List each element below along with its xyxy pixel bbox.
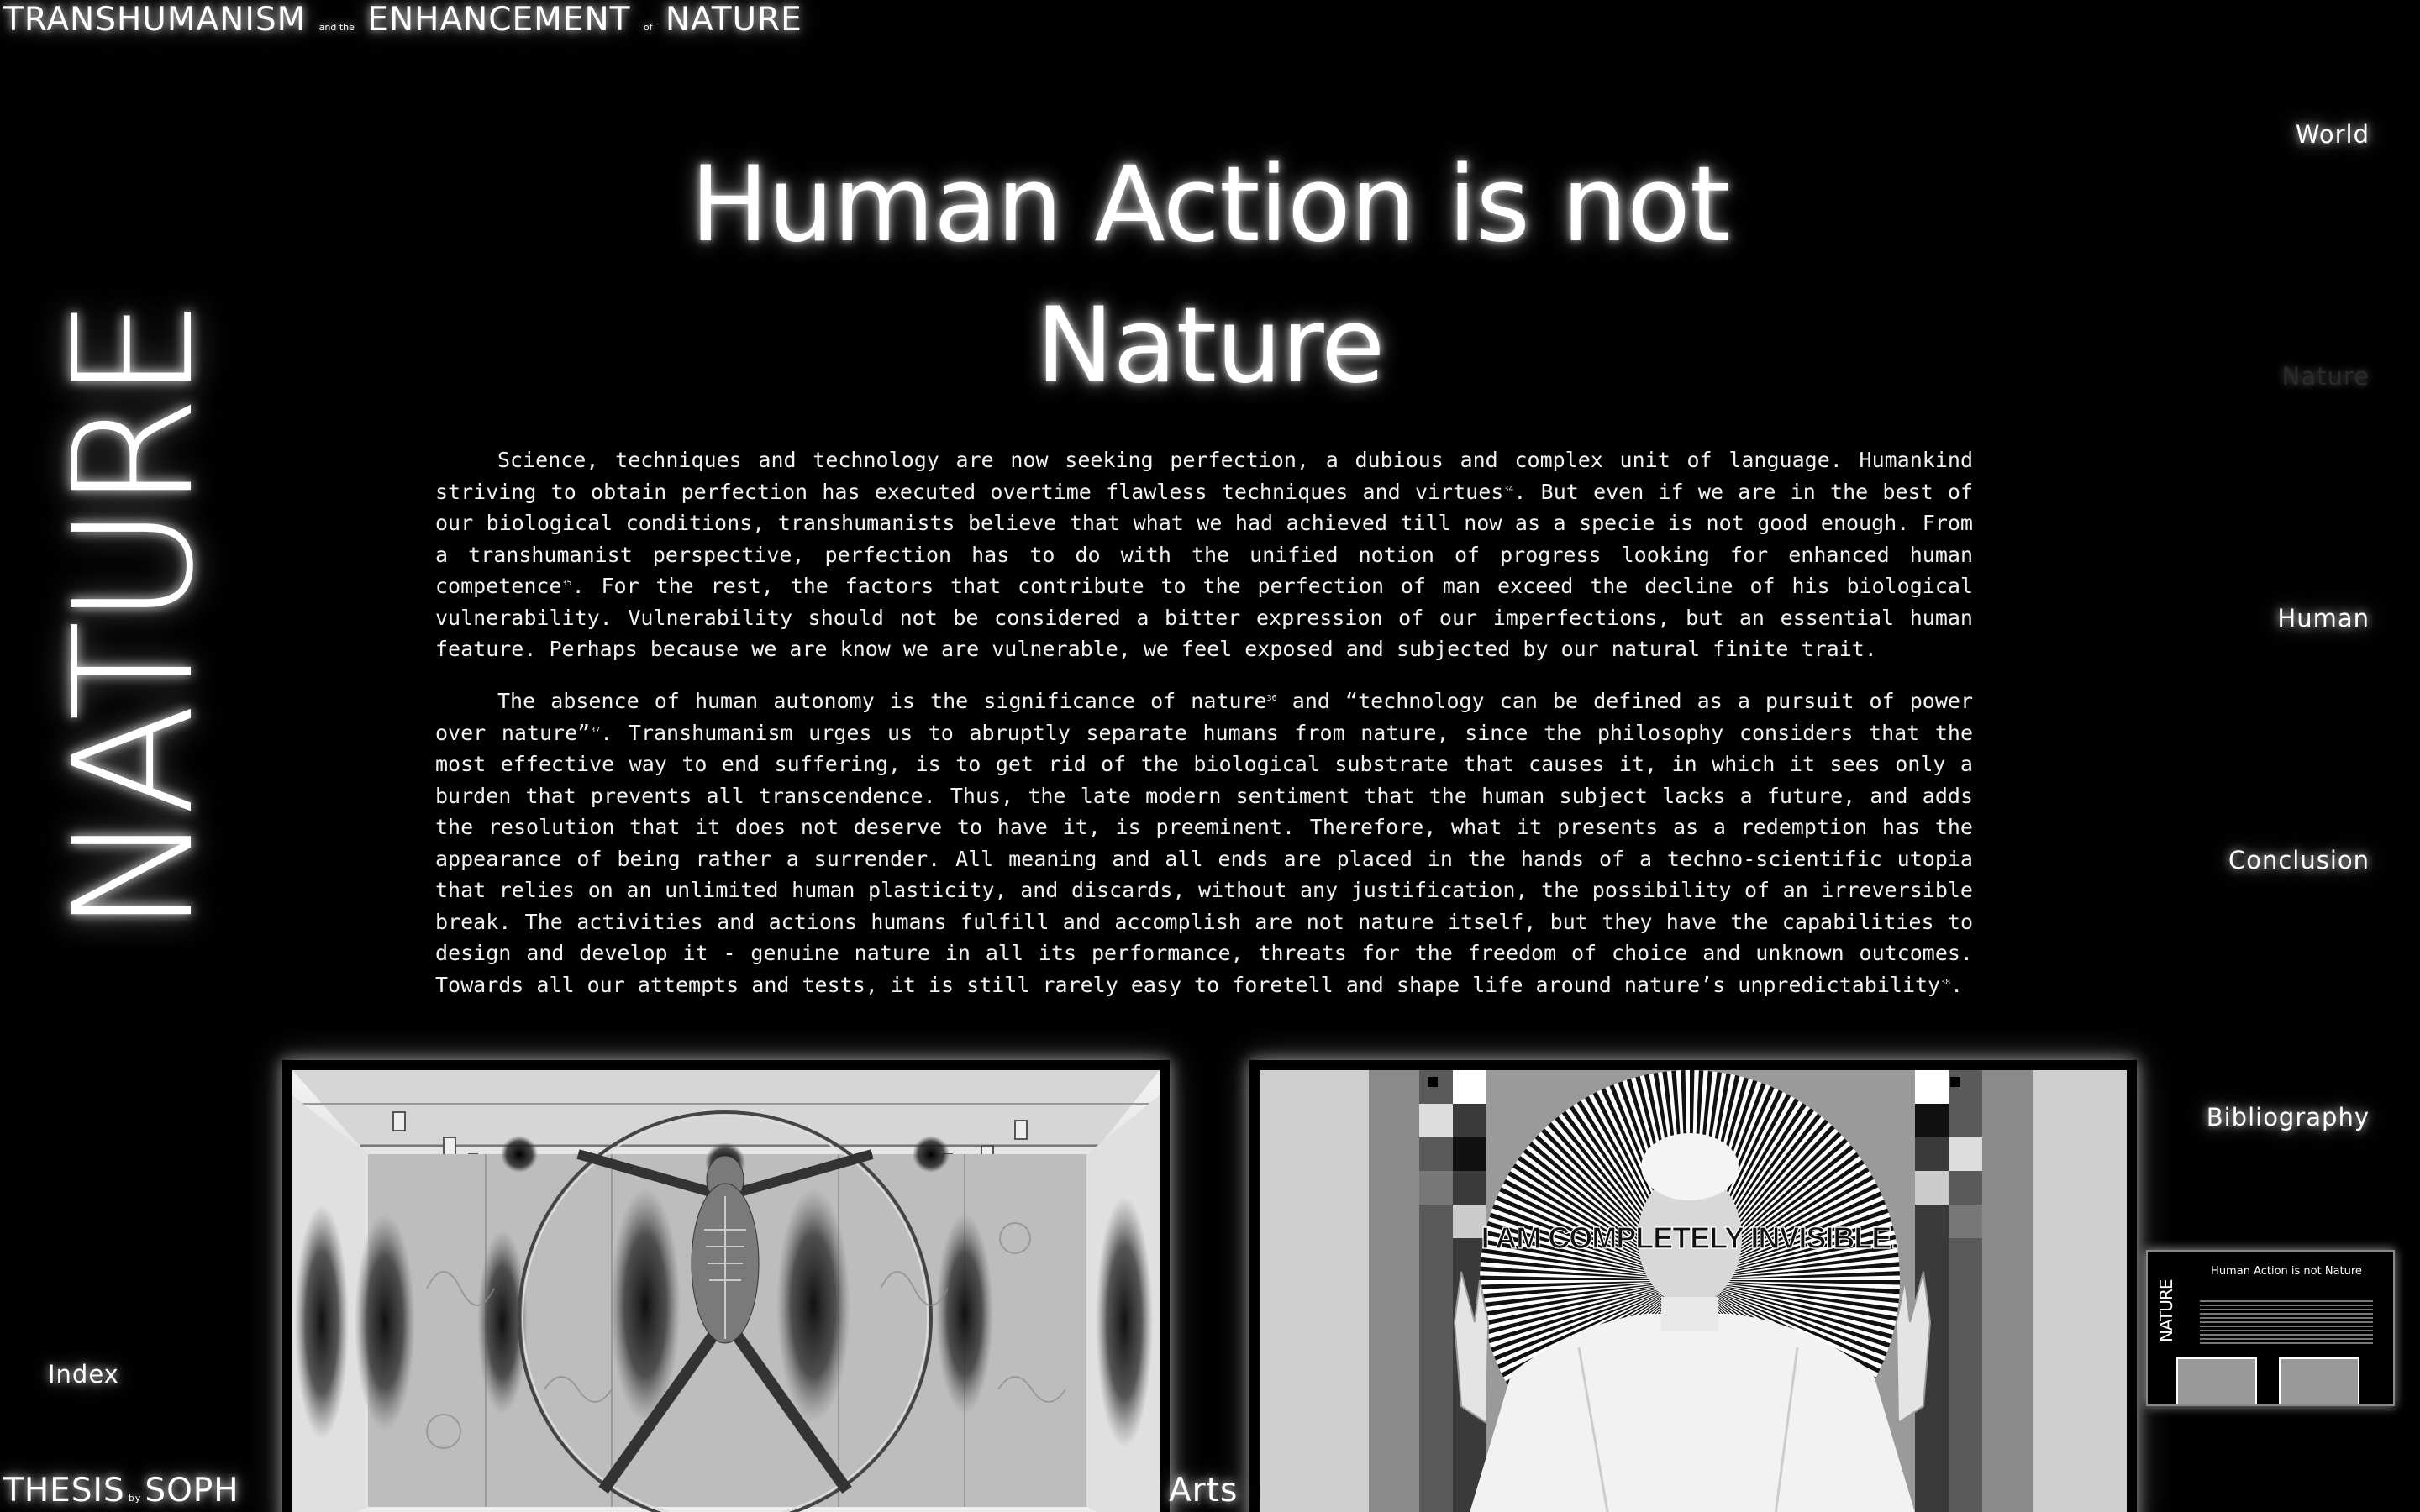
footnote-ref[interactable]: 36 <box>1267 694 1277 703</box>
minimap-title: Human Action is not Nature <box>2211 1265 2362 1278</box>
footer-arts-label: Arts <box>1169 1472 1239 1509</box>
title-connector-and-the: and the <box>318 22 355 33</box>
invisible-figure-image: I AM COMPLETELY INVISIBLE. <box>1260 1070 2127 1512</box>
minimap-text-lines <box>2200 1300 2373 1347</box>
thesis-title: TRANSHUMANISM and the ENHANCEMENT of NAT… <box>3 2 802 46</box>
title-connector-of: of <box>643 22 653 33</box>
minimap-image-right <box>2279 1357 2360 1404</box>
footer-thesis-credit: THESIS by SOPH <box>3 1473 239 1512</box>
nav-item-human[interactable]: Human <box>2277 604 2370 633</box>
artwork-image-left <box>282 1060 1170 1512</box>
body-paragraph-1: Science, techniques and technology are n… <box>435 444 1973 665</box>
page-title: Human Action is not Nature <box>690 144 1731 407</box>
paragraph-text: . <box>1950 972 1964 997</box>
title-word-transhumanism: TRANSHUMANISM <box>3 1 307 39</box>
footnote-ref[interactable]: 35 <box>562 579 572 588</box>
footnote-ref[interactable]: 38 <box>1940 978 1950 987</box>
paragraph-text: . Transhumanism urges us to abruptly sep… <box>435 720 1973 997</box>
minimap-section-word: NATURE <box>2156 1279 2176 1342</box>
footer-by: by <box>128 1493 142 1504</box>
footnote-ref[interactable]: 37 <box>590 726 600 735</box>
nav-item-world[interactable]: World <box>2296 120 2370 149</box>
footer-thesis-word: THESIS <box>3 1472 125 1509</box>
paragraph-text: . For the rest, the factors that contrib… <box>435 574 1973 661</box>
title-word-nature: NATURE <box>665 1 802 39</box>
nav-item-nature[interactable]: Nature <box>2282 362 2370 391</box>
vitruvian-installation-image <box>292 1070 1160 1512</box>
artwork-image-right: I AM COMPLETELY INVISIBLE. <box>1249 1060 2137 1512</box>
minimap-image-left <box>2176 1357 2257 1404</box>
page-minimap[interactable]: NATURE Human Action is not Nature <box>2146 1250 2395 1406</box>
nav-item-bibliography[interactable]: Bibliography <box>2207 1103 2370 1131</box>
paragraph-text: The absence of human autonomy is the sig… <box>497 689 1267 713</box>
nav-item-conclusion[interactable]: Conclusion <box>2228 846 2370 874</box>
image-caption-text: I AM COMPLETELY INVISIBLE. <box>1481 1221 1899 1255</box>
footnote-ref[interactable]: 34 <box>1503 485 1513 494</box>
footer-author: SOPH <box>145 1472 239 1509</box>
section-heading-vertical: NATURE <box>39 302 230 934</box>
body-paragraph-2: The absence of human autonomy is the sig… <box>435 685 1973 1000</box>
title-word-enhancement: ENHANCEMENT <box>367 1 631 39</box>
index-link[interactable]: Index <box>48 1360 119 1389</box>
